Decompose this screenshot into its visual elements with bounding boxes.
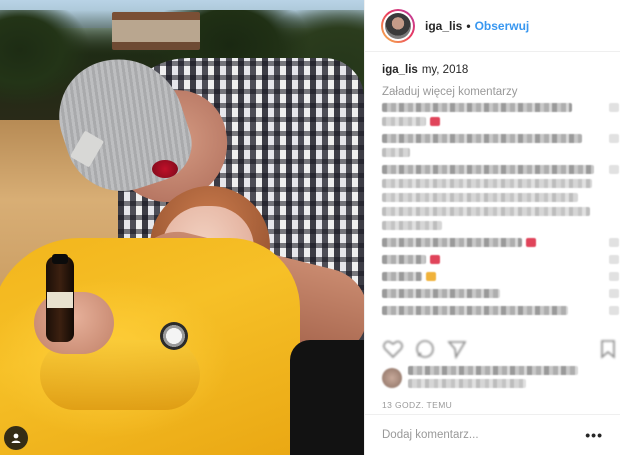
heart-emoji-icon [430, 255, 440, 264]
like-comment-icon[interactable] [609, 255, 619, 264]
header-separator: • [466, 18, 471, 33]
avatar [382, 367, 402, 388]
like-comment-icon[interactable] [609, 238, 619, 247]
caption-text: my, 2018 [421, 64, 469, 76]
more-options-icon[interactable]: ••• [585, 428, 603, 442]
header-username-link[interactable]: iga_lis [425, 19, 462, 33]
like-comment-icon[interactable] [609, 103, 619, 112]
post-sidebar: iga_lis • Obserwuj iga_lis my, 2018 Załad… [364, 0, 620, 455]
heart-emoji-icon [430, 117, 440, 126]
caption-username-link[interactable]: iga_lis [382, 64, 418, 76]
add-comment-bar: ••• [365, 414, 620, 455]
avatar[interactable] [381, 8, 415, 43]
heart-emoji-icon [526, 238, 536, 247]
comment-list [382, 102, 619, 322]
comment-item [382, 133, 619, 158]
like-heart-icon[interactable] [382, 338, 404, 360]
comment-icon[interactable] [414, 338, 436, 360]
comment-item [382, 254, 619, 265]
comment-item [382, 164, 619, 231]
post-header: iga_lis • Obserwuj [365, 0, 620, 52]
like-comment-icon[interactable] [609, 306, 619, 315]
post-timestamp[interactable]: 13 GODZ. TEMU [382, 400, 452, 410]
like-comment-icon[interactable] [609, 272, 619, 281]
avatar-image [385, 12, 411, 39]
follow-button[interactable]: Obserwuj [475, 19, 530, 33]
comment-item [382, 102, 619, 127]
post-actions [382, 338, 615, 360]
comment-input[interactable] [382, 429, 582, 441]
bookmark-icon[interactable] [598, 338, 618, 360]
comment-item [382, 237, 619, 248]
like-comment-icon[interactable] [609, 289, 619, 298]
comment-item [382, 288, 619, 299]
share-icon[interactable] [446, 338, 468, 360]
comment-item [382, 271, 619, 282]
comment-item [382, 305, 619, 316]
post-photo[interactable] [0, 0, 364, 455]
emoji-icon [426, 272, 436, 281]
like-comment-icon[interactable] [609, 165, 619, 174]
user-account-icon[interactable] [4, 426, 28, 450]
liked-by-row[interactable] [382, 366, 610, 389]
load-more-comments-button[interactable]: Załaduj więcej komentarzy [382, 86, 518, 98]
like-comment-icon[interactable] [609, 134, 619, 143]
post-caption: iga_lis my, 2018 [382, 64, 468, 76]
